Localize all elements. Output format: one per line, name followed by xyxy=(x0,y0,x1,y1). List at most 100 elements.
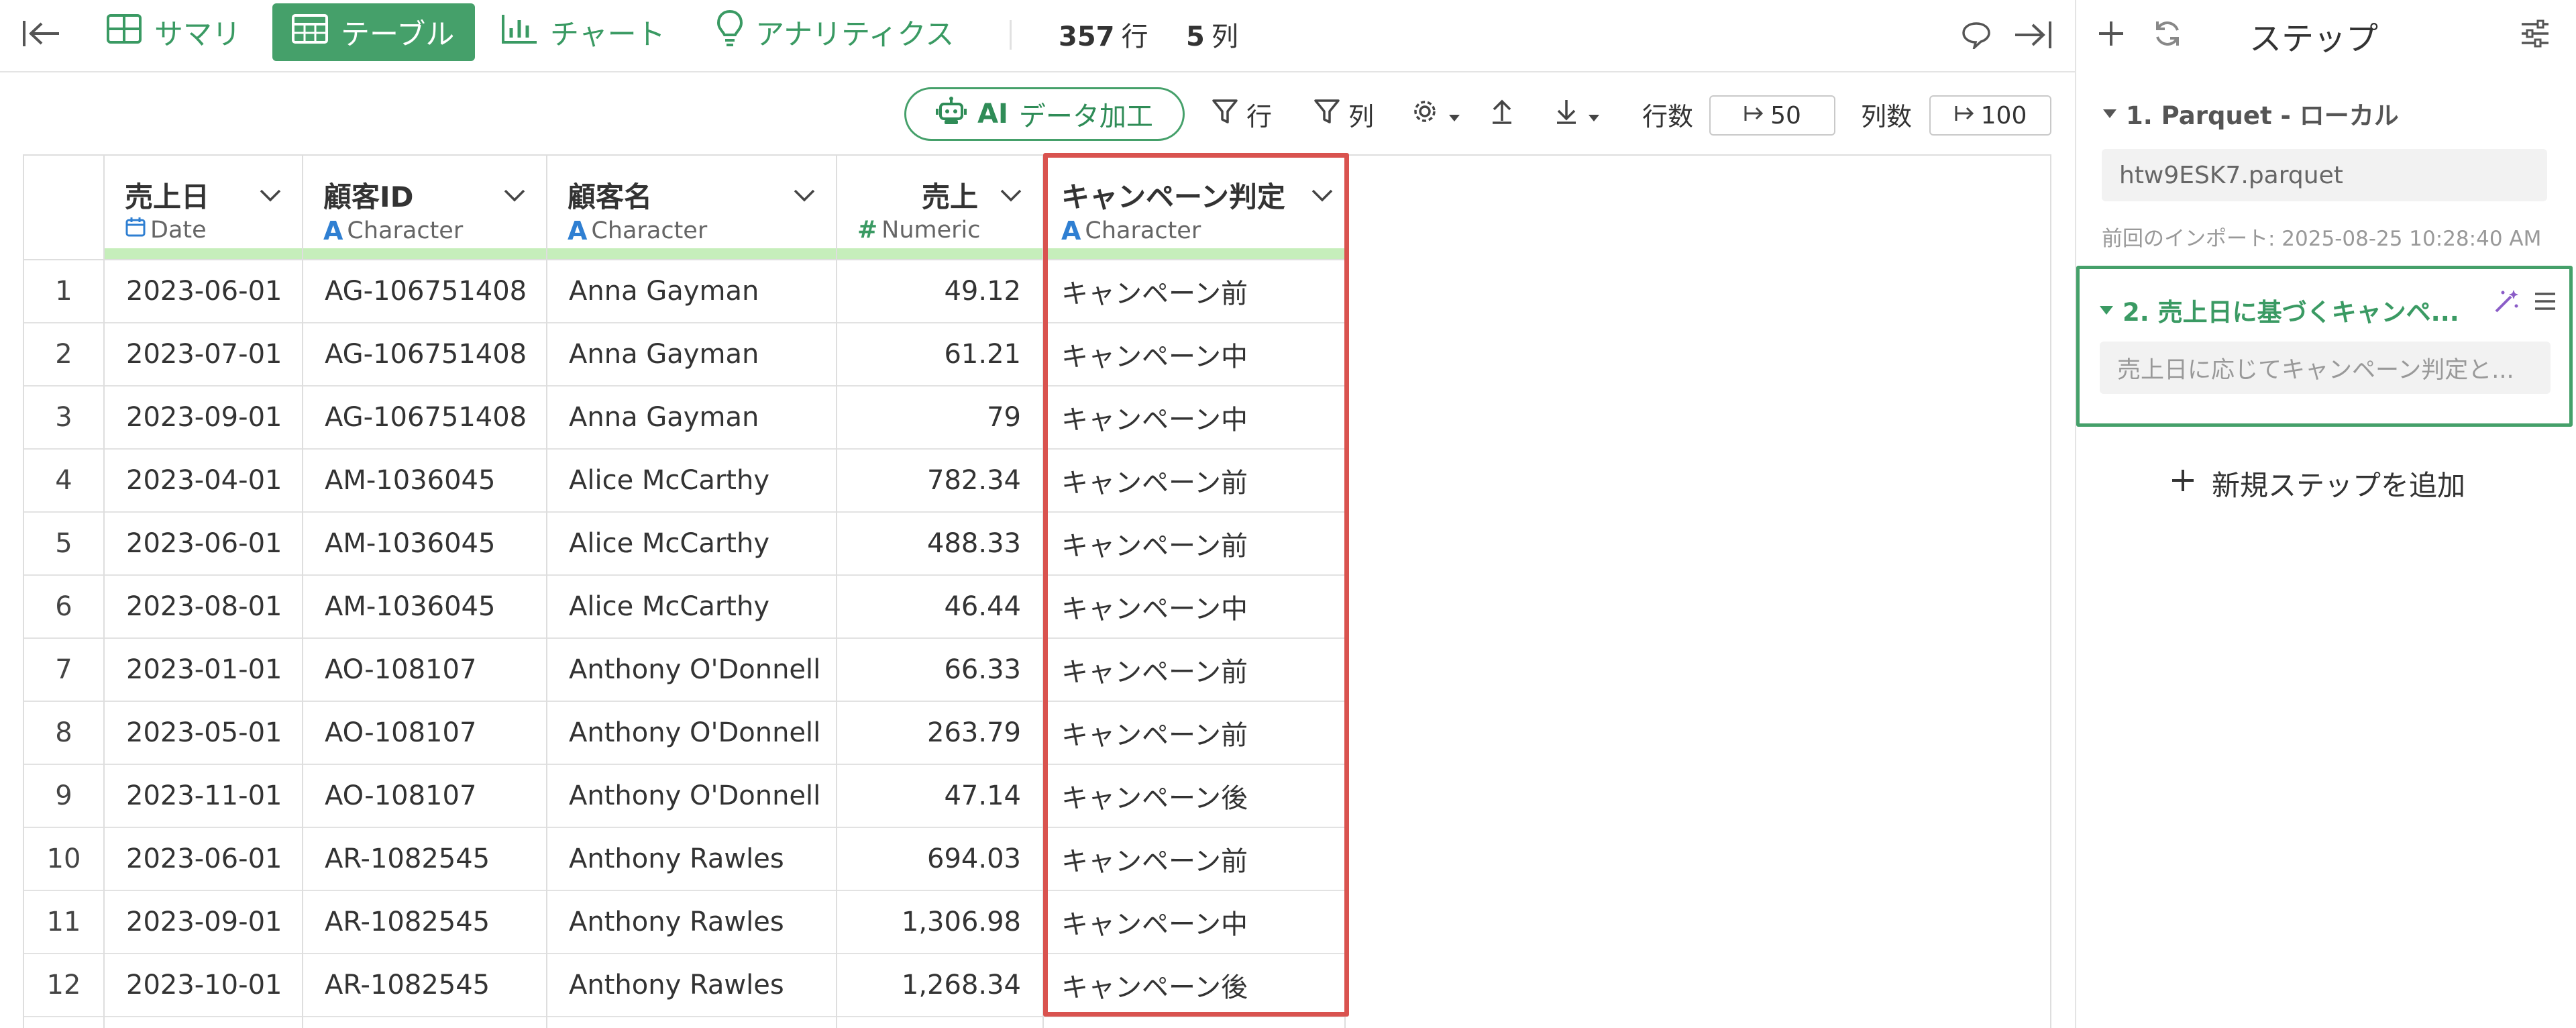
add-step-button[interactable]: 新規ステップを追加 xyxy=(2170,463,2465,504)
column-header[interactable]: 売上 # Numeric xyxy=(837,156,1042,260)
table-cell[interactable]: 2023-08-01 xyxy=(105,576,302,639)
menu-icon[interactable] xyxy=(2530,287,2560,316)
settings-menu-button[interactable] xyxy=(1410,94,1461,134)
collapse-right-icon[interactable] xyxy=(2011,16,2054,54)
step-2-card[interactable]: 2. 売上日に基づくキャンペ... 売上日に応じてキャンペーン判定と... xyxy=(2076,266,2573,427)
table-cell[interactable]: AM-1036045 xyxy=(303,450,546,513)
table-cell[interactable]: Anthony O'Donnell xyxy=(547,765,836,828)
table-cell[interactable]: 782.34 xyxy=(837,450,1042,513)
table-cell[interactable]: Alice McCarthy xyxy=(547,576,836,639)
table-cell[interactable]: キャンペーン後 xyxy=(1044,765,1344,828)
tab-table-label: テーブル xyxy=(341,18,455,52)
table-cell[interactable]: 1,306.98 xyxy=(837,891,1042,954)
table-cell[interactable]: Anthony Rawles xyxy=(547,828,836,891)
table-cell[interactable]: キャンペーン中 xyxy=(1044,891,1344,954)
table-cell[interactable]: キャンペーン前 xyxy=(1044,639,1344,702)
comment-icon[interactable] xyxy=(1957,19,1995,51)
step-1-header[interactable]: 1. Parquet - ローカル xyxy=(2103,95,2399,132)
download-button[interactable] xyxy=(1554,94,1601,134)
table-cell[interactable]: 2023-04-01 xyxy=(105,450,302,513)
table-cell[interactable]: キャンペーン中 xyxy=(1044,387,1344,450)
table-cell[interactable]: 2023-09-01 xyxy=(105,891,302,954)
table-cell[interactable]: 2023-05-01 xyxy=(105,702,302,765)
refresh-icon[interactable] xyxy=(2150,16,2185,51)
upload-button[interactable] xyxy=(1489,94,1515,134)
tab-chart[interactable]: チャート xyxy=(482,3,684,61)
table-cell[interactable]: Anna Gayman xyxy=(547,323,836,387)
filter-rows-button[interactable]: 行 xyxy=(1212,94,1272,134)
table-cell[interactable]: Alice McCarthy xyxy=(547,513,836,576)
table-cell[interactable]: キャンペーン前 xyxy=(1044,450,1344,513)
table-cell[interactable]: 2023-06-01 xyxy=(105,828,302,891)
tab-analytics[interactable]: アナリティクス xyxy=(698,3,973,61)
table-cell[interactable]: 79 xyxy=(837,387,1042,450)
table-cell[interactable]: キャンペーン中 xyxy=(1044,576,1344,639)
table-cell[interactable]: 2023-10-01 xyxy=(105,954,302,1017)
columns-limit-input[interactable]: 100 xyxy=(1929,95,2051,136)
chevron-down-icon[interactable] xyxy=(1311,188,1334,205)
collapse-left-icon[interactable] xyxy=(20,16,63,51)
step-1-file[interactable]: htw9ESK7.parquet xyxy=(2102,149,2547,201)
table-cell[interactable]: AM-1036045 xyxy=(303,576,546,639)
table-cell[interactable]: Anthony Rawles xyxy=(547,891,836,954)
table-cell[interactable]: 49.12 xyxy=(837,260,1042,323)
table-cell[interactable]: Anna Gayman xyxy=(547,387,836,450)
caret-down-icon xyxy=(2100,305,2113,315)
tab-table[interactable]: テーブル xyxy=(272,3,475,61)
table-cell[interactable]: キャンペーン前 xyxy=(1044,260,1344,323)
column-header[interactable]: 顧客ID A Character xyxy=(303,156,546,260)
table-cell[interactable]: AG-106751408 xyxy=(303,387,546,450)
arrow-down-icon xyxy=(1554,98,1579,131)
sliders-icon[interactable] xyxy=(2516,16,2554,51)
chevron-down-icon[interactable] xyxy=(1000,188,1022,205)
column-header[interactable]: 顧客名 A Character xyxy=(547,156,836,260)
table-cell[interactable]: キャンペーン前 xyxy=(1044,702,1344,765)
table-cell[interactable]: 47.14 xyxy=(837,765,1042,828)
table-cell[interactable]: AR-1082545 xyxy=(303,828,546,891)
table-cell[interactable]: 2023-09-01 xyxy=(105,387,302,450)
table-cell[interactable]: Alice McCarthy xyxy=(547,450,836,513)
table-cell[interactable]: 694.03 xyxy=(837,828,1042,891)
tab-summary[interactable]: サマリ xyxy=(87,3,260,61)
table-cell[interactable]: 61.21 xyxy=(837,323,1042,387)
table-cell[interactable]: AO-108107 xyxy=(303,765,546,828)
rows-limit-input[interactable]: 50 xyxy=(1709,95,1835,136)
column-header[interactable]: キャンペーン判定 A Character xyxy=(1044,156,1344,260)
step-2-description[interactable]: 売上日に応じてキャンペーン判定と... xyxy=(2100,342,2551,394)
table-cell[interactable]: 2023-06-01 xyxy=(105,513,302,576)
table-cell[interactable]: AO-108107 xyxy=(303,639,546,702)
table-cell[interactable]: 1,268.34 xyxy=(837,954,1042,1017)
column-name: 顧客名 xyxy=(568,181,653,213)
table-cell[interactable]: AR-1082545 xyxy=(303,891,546,954)
table-cell[interactable]: 46.44 xyxy=(837,576,1042,639)
column-header[interactable]: 売上日 Date xyxy=(105,156,302,260)
chevron-down-icon[interactable] xyxy=(503,188,526,205)
table-cell[interactable]: 2023-07-01 xyxy=(105,323,302,387)
table-cell[interactable]: Anthony O'Donnell xyxy=(547,702,836,765)
table-cell[interactable]: AM-1036045 xyxy=(303,513,546,576)
table-cell[interactable]: 66.33 xyxy=(837,639,1042,702)
table-cell[interactable]: キャンペーン後 xyxy=(1044,954,1344,1017)
chevron-down-icon[interactable] xyxy=(793,188,816,205)
step-2-header[interactable]: 2. 売上日に基づくキャンペ... xyxy=(2100,292,2459,328)
table-cell[interactable]: Anthony O'Donnell xyxy=(547,639,836,702)
table-cell[interactable]: Anna Gayman xyxy=(547,260,836,323)
table-cell[interactable]: 2023-06-01 xyxy=(105,260,302,323)
filter-columns-button[interactable]: 列 xyxy=(1313,94,1374,134)
table-cell[interactable]: キャンペーン前 xyxy=(1044,513,1344,576)
table-cell[interactable]: キャンペーン前 xyxy=(1044,828,1344,891)
table-cell[interactable]: AR-1082545 xyxy=(303,954,546,1017)
add-icon[interactable] xyxy=(2094,16,2129,51)
table-cell[interactable]: AG-106751408 xyxy=(303,323,546,387)
table-cell[interactable]: 2023-01-01 xyxy=(105,639,302,702)
table-cell[interactable]: AG-106751408 xyxy=(303,260,546,323)
table-cell[interactable]: キャンペーン中 xyxy=(1044,323,1344,387)
chevron-down-icon[interactable] xyxy=(259,188,282,205)
table-cell[interactable]: Anthony Rawles xyxy=(547,954,836,1017)
table-cell[interactable]: 2023-11-01 xyxy=(105,765,302,828)
table-cell[interactable]: 488.33 xyxy=(837,513,1042,576)
ai-data-processing-button[interactable]: AI データ加工 xyxy=(904,87,1185,141)
table-cell[interactable]: AO-108107 xyxy=(303,702,546,765)
table-cell[interactable]: 263.79 xyxy=(837,702,1042,765)
magic-wand-icon[interactable] xyxy=(2490,285,2522,317)
